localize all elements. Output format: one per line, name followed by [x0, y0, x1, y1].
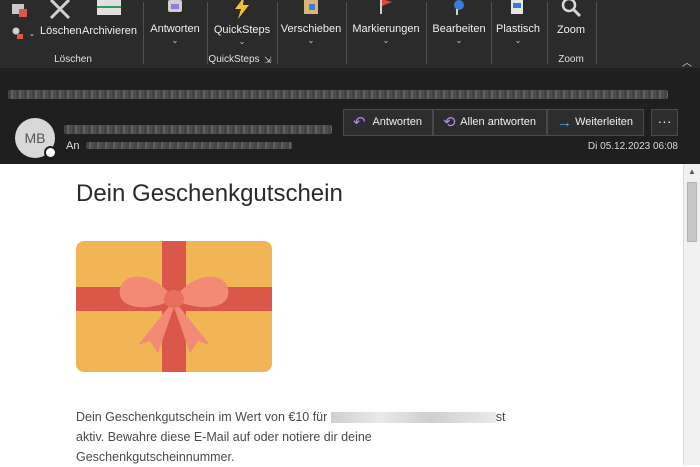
chevron-down-icon: ⌄ [514, 36, 522, 45]
rules-button[interactable]: ⌄ [8, 24, 36, 44]
message-date: Di 05.12.2023 06:08 [587, 141, 678, 152]
quicksteps-button[interactable]: QuickSteps ⌄ [212, 0, 272, 50]
collapse-ribbon-icon[interactable]: ︿ [682, 54, 692, 69]
group-divider [346, 2, 347, 64]
immersive-reader-button[interactable]: Plastisch ⌄ [494, 0, 542, 64]
flag-icon [380, 0, 392, 14]
group-divider [596, 2, 597, 64]
gift-card-image [76, 241, 272, 372]
group-label-delete: Löschen [54, 54, 92, 65]
redacted-recipient [86, 142, 292, 149]
dialog-launcher-icon[interactable]: ⇲ [264, 55, 272, 66]
group-label-quicksteps: QuickSteps [208, 54, 260, 65]
message-body: Dein Geschenkgutschein Dein Geschenkguts… [0, 164, 683, 465]
group-label-zoom: Zoom [558, 54, 584, 65]
message-header: ︿ MB An ↶ Antworten ⟲ Allen antworten → … [0, 58, 700, 164]
delete-button[interactable]: Löschen [40, 0, 82, 50]
tags-button[interactable]: Markierungen ⌄ [350, 0, 422, 64]
group-divider [277, 2, 278, 64]
redacted-subject [8, 90, 668, 99]
redacted-sender [64, 125, 332, 134]
chevron-down-icon: ⌄ [28, 29, 36, 38]
immersive-reader-icon [511, 0, 523, 14]
edit-button[interactable]: Bearbeiten ⌄ [430, 0, 488, 64]
reply-ribbon-button[interactable]: Antworten ⌄ [148, 0, 202, 64]
redacted-text [330, 412, 496, 424]
more-options-button[interactable]: ··· [651, 109, 678, 136]
move-folder-icon [304, 0, 318, 14]
to-label: An [66, 140, 80, 152]
group-divider [426, 2, 427, 64]
zoom-button[interactable]: Zoom [552, 0, 590, 50]
magnifier-icon [561, 0, 582, 18]
reply-all-button[interactable]: ⟲ Allen antworten [433, 109, 547, 136]
scrollbar-thumb[interactable] [687, 182, 697, 242]
email-body-text: Dein Geschenkgutschein im Wert von €10 f… [76, 410, 506, 464]
search-edit-icon [454, 0, 464, 15]
reply-arrow-icon: ↶ [353, 114, 366, 131]
reply-button[interactable]: ↶ Antworten [343, 109, 433, 136]
rules-icon [12, 27, 23, 39]
vertical-scrollbar[interactable]: ▲ [683, 164, 700, 465]
group-divider [143, 2, 144, 64]
email-heading: Dein Geschenkgutschein [76, 180, 343, 207]
sweep-button[interactable] [8, 0, 28, 24]
move-button[interactable]: Verschieben ⌄ [280, 0, 342, 64]
scroll-up-icon[interactable]: ▲ [684, 164, 700, 180]
chevron-down-icon: ⌄ [307, 36, 315, 45]
forward-button[interactable]: → Weiterleiten [547, 109, 644, 136]
lightning-icon [235, 0, 249, 19]
chevron-down-icon: ⌄ [455, 36, 463, 45]
group-divider [547, 2, 548, 64]
reply-all-arrow-icon: ⟲ [443, 114, 456, 131]
sweep-icon [12, 4, 27, 17]
group-divider [491, 2, 492, 64]
chevron-down-icon: ⌄ [382, 36, 390, 45]
archive-icon [97, 0, 121, 15]
respond-icon [168, 0, 182, 12]
archive-button[interactable]: Archivieren [82, 0, 137, 50]
presence-status-icon [44, 146, 57, 159]
chevron-down-icon: ⌄ [238, 37, 246, 46]
delete-icon [49, 0, 71, 20]
forward-arrow-icon: → [557, 114, 572, 131]
ribbon-toolbar: ⌄ Löschen Archivieren Löschen Antworten … [0, 0, 700, 68]
chevron-down-icon: ⌄ [171, 36, 179, 45]
